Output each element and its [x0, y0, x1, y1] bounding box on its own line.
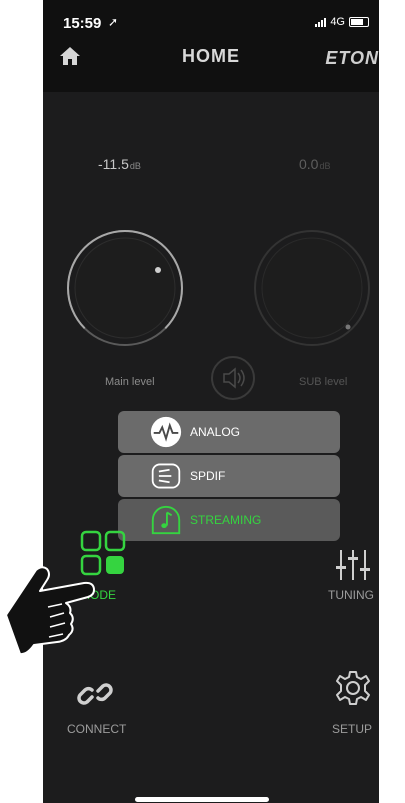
sub-level-label: SUB level	[299, 376, 348, 388]
app-screen: 15:59 ➚ 4G HOME ETON -11.5dB 0.0dB Main …	[43, 0, 379, 803]
optical-icon	[148, 458, 184, 494]
input-option-spdif[interactable]: SPDIF	[118, 455, 340, 497]
input-option-label: STREAMING	[190, 513, 262, 527]
link-icon[interactable]	[77, 676, 113, 712]
network-type: 4G	[330, 16, 345, 28]
main-level-value: -11.5dB	[98, 156, 141, 172]
mute-button[interactable]	[211, 356, 255, 400]
input-option-streaming[interactable]: STREAMING	[118, 499, 340, 541]
battery-icon	[349, 17, 369, 27]
main-level-knob[interactable]	[65, 228, 185, 348]
bluetooth-note-icon	[148, 502, 184, 538]
status-indicators: 4G	[315, 16, 369, 28]
speaker-icon	[223, 367, 245, 389]
tuning-icon[interactable]	[335, 548, 371, 582]
tuning-label[interactable]: TUNING	[328, 588, 374, 602]
setup-label[interactable]: SETUP	[332, 722, 372, 736]
input-option-analog[interactable]: ANALOG	[118, 411, 340, 453]
gear-icon[interactable]	[335, 670, 371, 706]
home-indicator	[135, 797, 269, 802]
sub-level-knob[interactable]	[252, 228, 372, 348]
status-time: 15:59	[63, 15, 102, 32]
sub-level-value: 0.0dB	[299, 156, 331, 172]
input-option-label: ANALOG	[190, 425, 241, 439]
pointing-hand-icon	[5, 566, 95, 656]
top-bar: 15:59 ➚ 4G HOME ETON	[43, 0, 379, 92]
input-option-label: SPDIF	[190, 469, 226, 483]
brand-logo: ETON	[325, 48, 379, 68]
waveform-icon	[148, 414, 184, 450]
main-level-label: Main level	[105, 376, 155, 388]
connect-label[interactable]: CONNECT	[67, 722, 126, 736]
signal-icon	[315, 17, 327, 27]
location-icon: ➚	[108, 15, 119, 29]
